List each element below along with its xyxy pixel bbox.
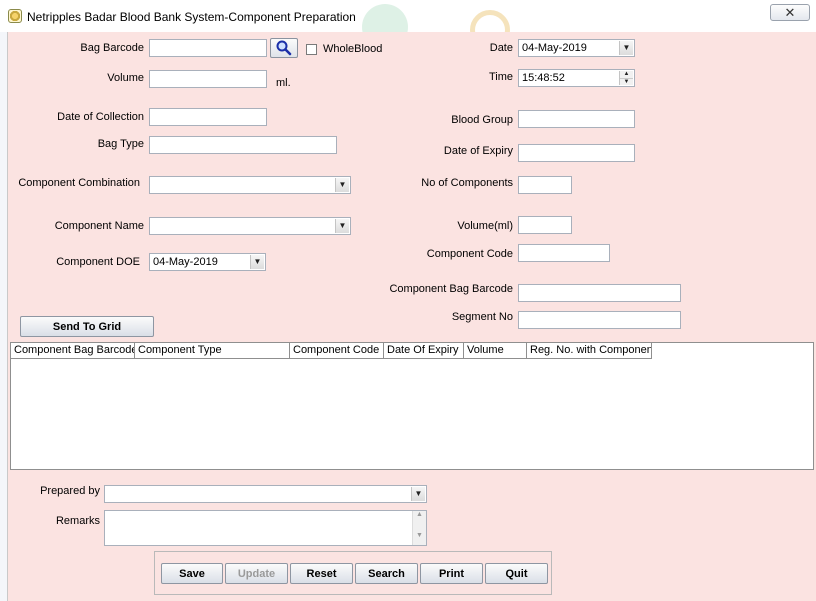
action-button-bar: Save Update Reset Search Print Quit [154,551,552,595]
chevron-down-icon: ▼ [335,178,349,192]
column-header[interactable]: Volume [464,343,527,359]
segment-no-input[interactable] [518,311,681,329]
volume-label: Volume [107,72,144,84]
window-title: Netripples Badar Blood Bank System-Compo… [27,10,356,24]
column-header[interactable]: Component Type [135,343,290,359]
column-header[interactable]: Component Bag Barcode [11,343,135,359]
date-value: 04-May-2019 [522,42,587,54]
column-header[interactable]: Date Of Expiry [384,343,464,359]
close-button[interactable]: ✕ [770,4,810,21]
save-button[interactable]: Save [161,563,223,584]
wholeblood-label: WholeBlood [323,43,383,55]
title-bar: Netripples Badar Blood Bank System-Compo… [0,0,816,50]
wholeblood-checkbox[interactable] [306,44,317,55]
prepared-by-select[interactable]: ▼ [104,485,427,503]
remarks-textarea[interactable]: ▲ ▼ [104,510,427,546]
component-combination-label: Component Combination [18,177,140,189]
search-button[interactable]: Search [355,563,418,584]
volume-ml-label: Volume(ml) [457,220,513,232]
component-doe-label: Component DOE [56,256,140,268]
chevron-down-icon: ▼ [411,487,425,501]
chevron-down-icon: ▼ [619,41,633,55]
bag-barcode-input[interactable] [149,39,267,57]
send-to-grid-button[interactable]: Send To Grid [20,316,154,337]
date-of-expiry-input[interactable] [518,144,635,162]
component-preparation-form: Bag Barcode WholeBlood Date 04-May-2019 … [7,32,816,601]
component-combination-select[interactable]: ▼ [149,176,351,194]
blood-group-input[interactable] [518,110,635,128]
update-button[interactable]: Update [225,563,288,584]
component-code-label: Component Code [426,248,513,260]
component-name-label: Component Name [54,220,144,232]
component-doe-value: 04-May-2019 [153,256,218,268]
column-header[interactable]: Reg. No. with Component [527,343,652,359]
remarks-scrollbar[interactable]: ▲ ▼ [412,511,426,545]
bag-type-input[interactable] [149,136,337,154]
grid-header: Component Bag Barcode Component Type Com… [11,343,652,359]
column-header[interactable]: Component Code [290,343,384,359]
no-of-components-label: No of Components [421,177,513,189]
component-bag-barcode-label: Component Bag Barcode [389,283,513,295]
component-doe-picker[interactable]: 04-May-2019 ▼ [149,253,266,271]
time-label: Time [488,71,513,83]
bag-barcode-label: Bag Barcode [80,42,144,54]
volume-input[interactable] [149,70,267,88]
reset-button[interactable]: Reset [290,563,353,584]
chevron-down-icon: ▼ [250,255,264,269]
segment-no-label: Segment No [451,311,513,323]
date-of-expiry-label: Date of Expiry [443,145,513,157]
volume-unit: ml. [276,77,291,89]
volume-ml-input[interactable] [518,216,572,234]
prepared-by-label: Prepared by [40,485,100,497]
time-picker[interactable]: 15:48:52 ▲ ▼ [518,69,635,87]
components-grid[interactable]: Component Bag Barcode Component Type Com… [10,342,814,470]
no-of-components-input[interactable] [518,176,572,194]
print-button[interactable]: Print [420,563,483,584]
blood-bank-app-icon [8,9,22,23]
component-code-input[interactable] [518,244,610,262]
date-picker[interactable]: 04-May-2019 ▼ [518,39,635,57]
bag-type-label: Bag Type [97,138,144,150]
date-label: Date [489,42,513,54]
spinner-icon[interactable]: ▲ ▼ [619,71,633,85]
time-value: 15:48:52 [522,72,565,84]
date-of-collection-label: Date of Collection [57,111,144,123]
remarks-label: Remarks [55,515,100,527]
component-bag-barcode-input[interactable] [518,284,681,302]
date-of-collection-input[interactable] [149,108,267,126]
blood-group-label: Blood Group [451,114,513,126]
chevron-down-icon: ▼ [335,219,349,233]
component-name-select[interactable]: ▼ [149,217,351,235]
quit-button[interactable]: Quit [485,563,548,584]
bag-search-button[interactable] [270,38,298,58]
magnifier-icon [276,40,292,56]
